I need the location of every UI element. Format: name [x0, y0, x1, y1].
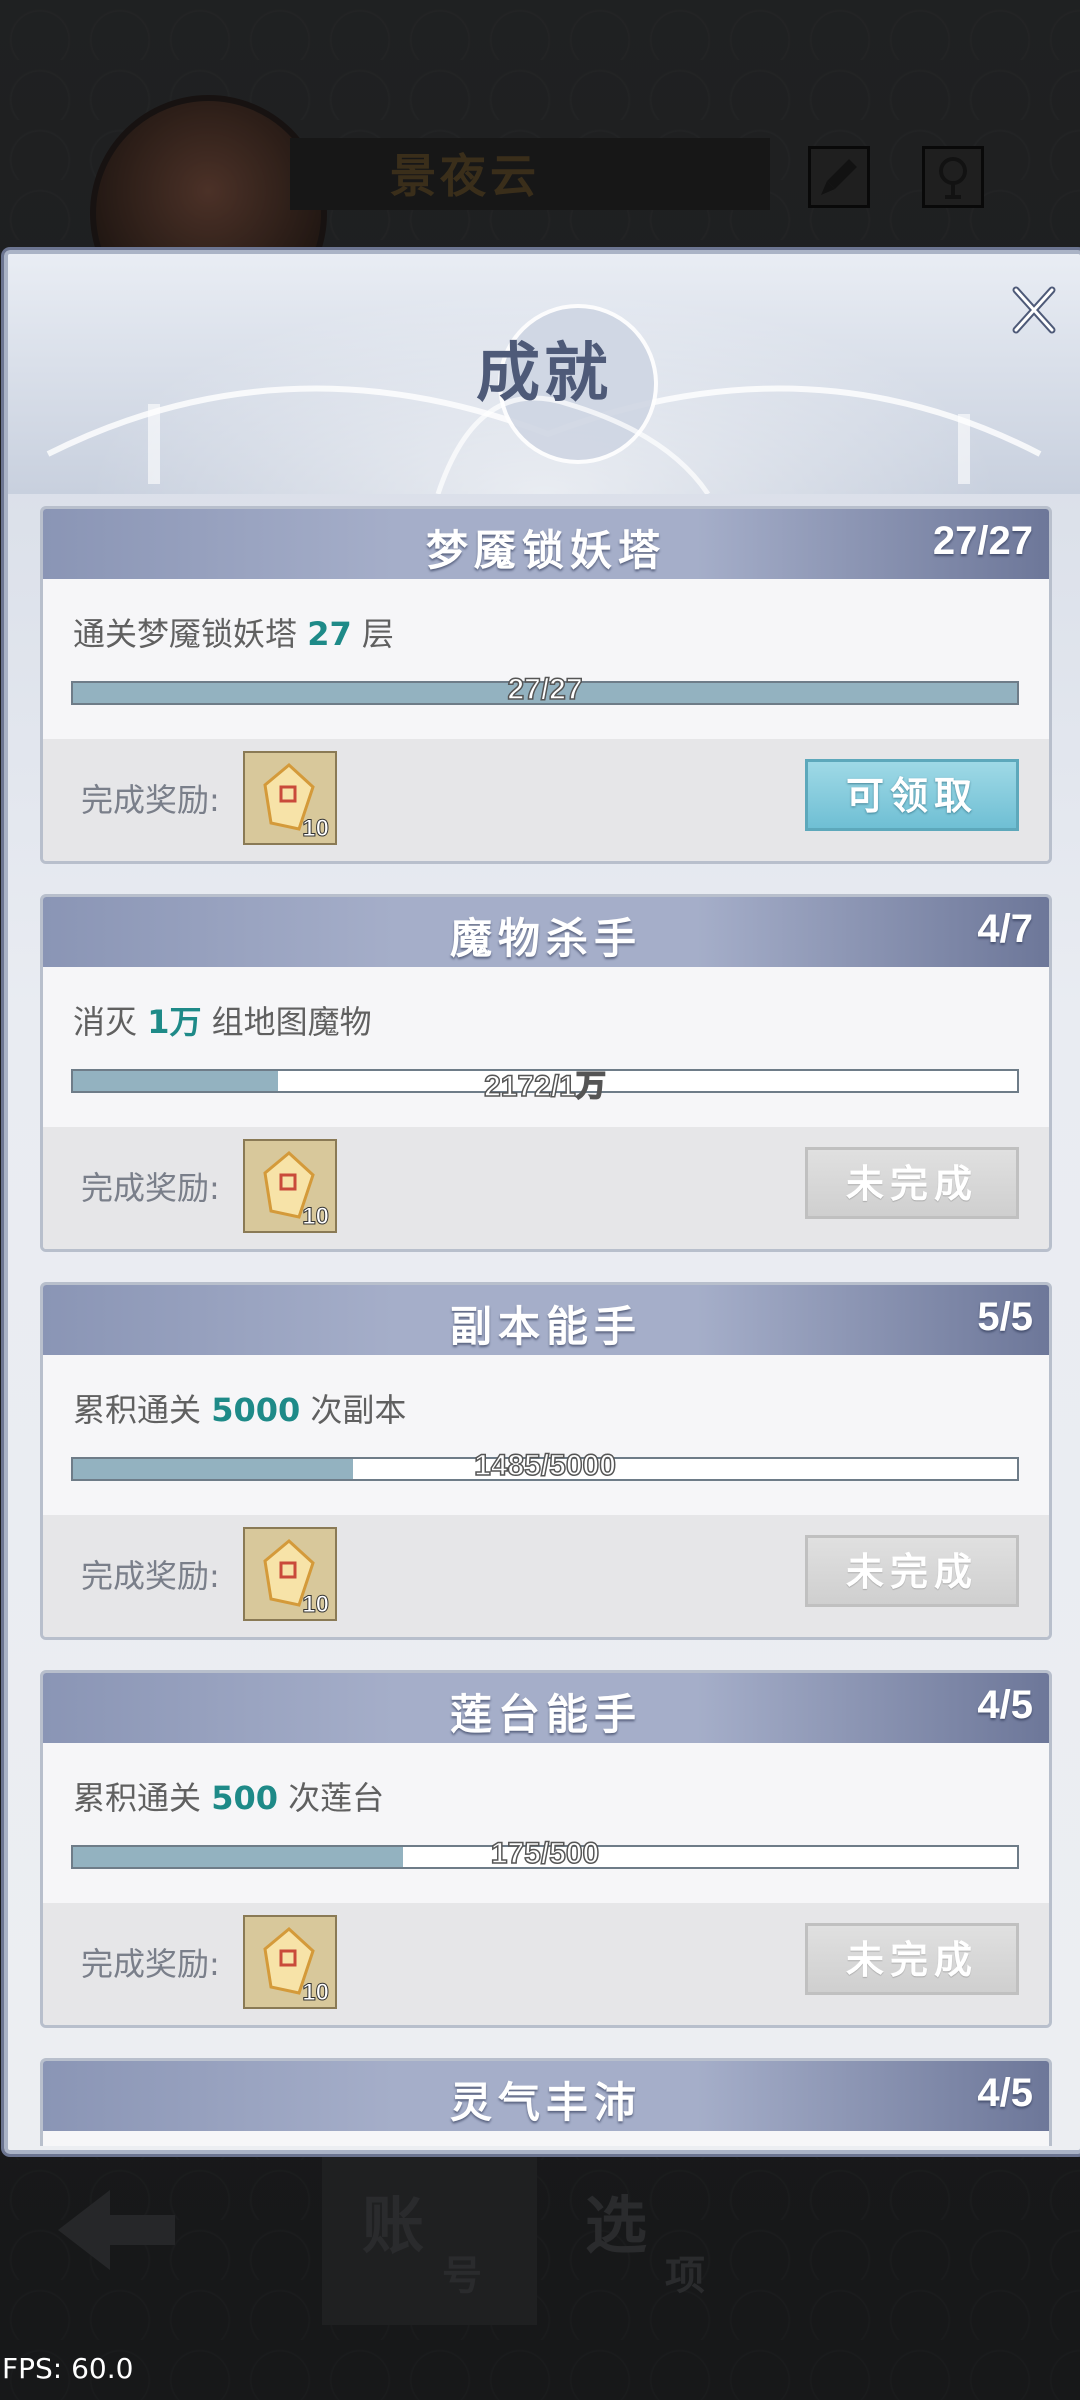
- reward-item[interactable]: 10: [243, 1139, 337, 1233]
- desc-text: 累积通关: [73, 1779, 212, 1817]
- desc-text: 层: [351, 615, 394, 653]
- desc-number: 1万: [147, 1003, 202, 1041]
- desc-number: 27: [307, 615, 352, 653]
- incomplete-button[interactable]: 未完成: [805, 1923, 1019, 1995]
- reward-area: 完成奖励: 10 未完成: [43, 1903, 1049, 2025]
- reward-quantity: 10: [302, 1979, 330, 2007]
- desc-text: 次副本: [300, 1391, 407, 1429]
- desc-text: 通关梦魇锁妖塔: [73, 615, 308, 653]
- progress-bar: 27/27: [71, 672, 1019, 707]
- desc-text: 组地图魔物: [201, 1003, 372, 1041]
- progress-text: 1485/5000: [473, 1448, 616, 1483]
- progress-text: 175/500: [490, 1836, 600, 1871]
- card-count: 4/5: [977, 2071, 1033, 2115]
- card-title: 副本能手: [449, 1302, 642, 1351]
- claim-button[interactable]: 可领取: [805, 759, 1019, 831]
- progress-text: 27/27: [507, 672, 584, 707]
- desc-number: 5000: [211, 1391, 301, 1429]
- progress-bar: 2172/1万: [71, 1069, 1019, 1104]
- reward-label: 完成奖励:: [81, 1945, 220, 1983]
- close-icon: [1012, 286, 1056, 334]
- reward-area: 完成奖励: 10 未完成: [43, 1127, 1049, 1249]
- reward-area: 完成奖励: 10 可领取: [43, 739, 1049, 861]
- desc-text: 次莲台: [277, 1779, 385, 1817]
- progress-text: 2172/1万: [483, 1069, 606, 1104]
- achievement-card: 梦魇锁妖塔 27/27 通关梦魇锁妖塔 27 层 27/27 完成奖励: 10 …: [40, 506, 1052, 864]
- card-title: 魔物杀手: [449, 914, 642, 963]
- achievement-modal: 成就 梦魇锁妖塔 27/27 通关梦魇锁妖塔 27 层 27/27 完成奖励: …: [4, 250, 1080, 2154]
- reward-label: 完成奖励:: [81, 1557, 220, 1595]
- card-title: 灵气丰沛: [449, 2078, 642, 2127]
- achievement-card: 魔物杀手 4/7 消灭 1万 组地图魔物 2172/1万 完成奖励: 10 未完…: [40, 894, 1052, 1252]
- close-button[interactable]: [1008, 284, 1060, 336]
- desc-number: 500: [211, 1779, 278, 1817]
- modal-title: 成就: [476, 336, 612, 411]
- fps-counter: FPS: 60.0: [2, 2352, 134, 2385]
- progress-bar: 1485/5000: [71, 1448, 1019, 1483]
- card-count: 4/7: [977, 907, 1033, 951]
- achievement-card: 莲台能手 4/5 累积通关 500 次莲台 175/500 完成奖励: 10 未…: [40, 1670, 1052, 2028]
- reward-area: 完成奖励: 10 未完成: [43, 1515, 1049, 1637]
- progress-bar: 175/500: [71, 1836, 1019, 1871]
- reward-item[interactable]: 10: [243, 751, 337, 845]
- reward-item[interactable]: 10: [243, 1527, 337, 1621]
- achievement-card: 副本能手 5/5 累积通关 5000 次副本 1485/5000 完成奖励: 1…: [40, 1282, 1052, 1640]
- achievement-card: 灵气丰沛 4/5: [40, 2058, 1052, 2146]
- reward-item[interactable]: 10: [243, 1915, 337, 2009]
- card-description: 累积通关 5000 次副本: [73, 1385, 406, 1431]
- achievement-list[interactable]: 梦魇锁妖塔 27/27 通关梦魇锁妖塔 27 层 27/27 完成奖励: 10 …: [40, 506, 1052, 2146]
- desc-text: 消灭: [73, 1003, 148, 1041]
- card-count: 4/5: [977, 1683, 1033, 1727]
- reward-label: 完成奖励:: [81, 781, 220, 819]
- desc-text: 累积通关: [73, 1391, 212, 1429]
- reward-quantity: 10: [302, 1203, 330, 1231]
- reward-quantity: 10: [302, 1591, 330, 1619]
- card-count: 5/5: [977, 1295, 1033, 1339]
- card-description: 消灭 1万 组地图魔物: [73, 997, 372, 1043]
- card-description: 通关梦魇锁妖塔 27 层: [73, 609, 394, 655]
- card-title: 莲台能手: [449, 1690, 642, 1739]
- card-count: 27/27: [932, 519, 1033, 563]
- card-description: 累积通关 500 次莲台: [73, 1773, 384, 1819]
- incomplete-button[interactable]: 未完成: [805, 1147, 1019, 1219]
- reward-quantity: 10: [302, 815, 330, 843]
- card-title: 梦魇锁妖塔: [425, 526, 666, 575]
- incomplete-button[interactable]: 未完成: [805, 1535, 1019, 1607]
- reward-label: 完成奖励:: [81, 1169, 220, 1207]
